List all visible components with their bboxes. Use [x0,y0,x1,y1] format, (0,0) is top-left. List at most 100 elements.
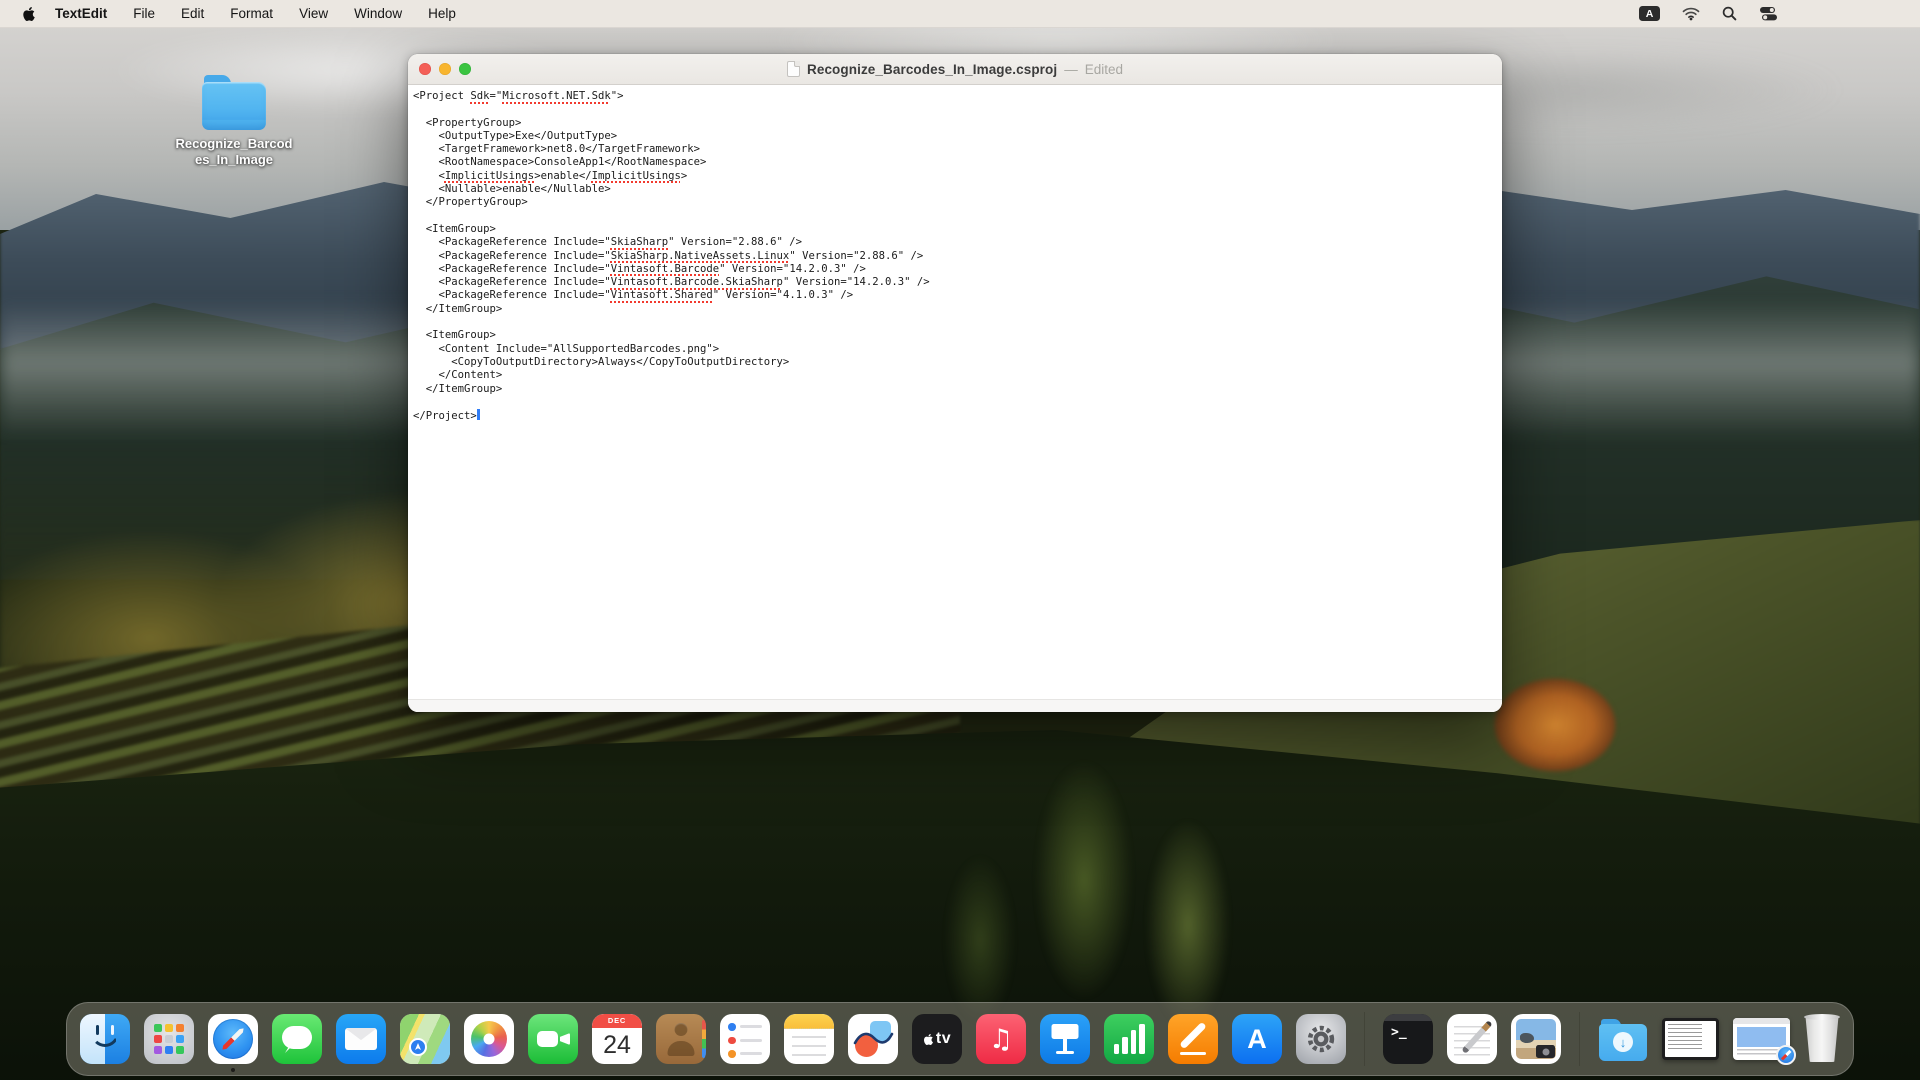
speech-bubble-icon [282,1026,312,1049]
code-line: <Nullable>enable</Nullable> [413,183,1502,196]
dock-apple-tv[interactable]: tv [912,1014,962,1064]
close-button[interactable] [419,63,431,75]
download-arrow-icon: ↓ [1613,1032,1633,1052]
editor-text[interactable]: <Project Sdk="Microsoft.NET.Sdk"> <Prope… [408,86,1502,699]
window-titlebar[interactable]: Recognize_Barcodes_In_Image.csproj — Edi… [408,54,1502,85]
desktop-folder-recognize-barcodes[interactable]: Recognize_Barcod es_In_Image [148,72,320,167]
dock-image-capture[interactable] [1511,1014,1561,1064]
dock-facetime[interactable] [528,1014,578,1064]
minimize-button[interactable] [439,63,451,75]
dock-reminders[interactable] [720,1014,770,1064]
dock-pages[interactable] [1168,1014,1218,1064]
document-proxy-icon[interactable] [787,61,800,77]
dock-safari[interactable] [208,1014,258,1064]
menu-window[interactable]: Window [354,6,402,21]
dock-launchpad[interactable] [144,1014,194,1064]
code-line: <PackageReference Include="Vintasoft.Bar… [413,276,1502,289]
code-line: <ImplicitUsings>enable</ImplicitUsings> [413,170,1502,183]
code-line: <CopyToOutputDirectory>Always</CopyToOut… [413,356,1502,369]
dock-terminal[interactable]: >_ [1383,1014,1433,1064]
terminal-prompt-icon: >_ [1391,1025,1433,1040]
code-line: <PackageReference Include="Vintasoft.Bar… [413,263,1502,276]
code-line: <ItemGroup> [413,223,1502,236]
dock-music[interactable]: ♫ [976,1014,1026,1064]
spotlight-search-icon[interactable] [1722,6,1737,21]
code-line: <ItemGroup> [413,329,1502,342]
menu-view[interactable]: View [299,6,328,21]
folder-icon[interactable] [202,82,266,130]
person-icon [675,1023,688,1036]
dock-divider [1579,1012,1580,1066]
dock-minimized-safari-window[interactable] [1733,1018,1790,1060]
code-line [413,316,1502,329]
video-camera-icon [537,1031,558,1047]
code-line: <RootNamespace>ConsoleApp1</RootNamespac… [413,156,1502,169]
dock-downloads-folder[interactable]: ↓ [1598,1014,1648,1064]
dock-numbers[interactable] [1104,1014,1154,1064]
dock-finder[interactable] [80,1014,130,1064]
code-line: <PackageReference Include="Vintasoft.Sha… [413,289,1502,302]
dock-app-store[interactable]: A [1232,1014,1282,1064]
calendar-day: 24 [592,1028,642,1062]
dock-notes[interactable] [784,1014,834,1064]
desktop: TextEdit File Edit Format View Window He… [0,0,1920,1080]
code-line: <OutputType>Exe</OutputType> [413,130,1502,143]
color-pinwheel-icon [471,1021,507,1057]
code-line: </Content> [413,369,1502,382]
dock-trash[interactable] [1804,1016,1840,1062]
menu-bar: TextEdit File Edit Format View Window He… [0,0,1920,28]
code-line [413,396,1502,409]
apple-icon [22,6,36,22]
squiggle-icon [852,1028,894,1050]
dock-freeform[interactable] [848,1014,898,1064]
dock-photos[interactable] [464,1014,514,1064]
dock-maps[interactable] [400,1014,450,1064]
app-store-a-icon: A [1247,1024,1267,1055]
menu-format[interactable]: Format [230,6,273,21]
code-line: </PropertyGroup> [413,196,1502,209]
safari-badge-icon [1776,1045,1796,1065]
code-line: <Content Include="AllSupportedBarcodes.p… [413,343,1502,356]
code-line: </ItemGroup> [413,303,1502,316]
menu-edit[interactable]: Edit [181,6,204,21]
menu-file[interactable]: File [133,6,155,21]
apple-icon [923,1033,934,1046]
code-line: <PackageReference Include="SkiaSharp.Nat… [413,250,1502,263]
camera-icon [1536,1045,1555,1058]
window-bottom-bar [408,699,1502,712]
dock-system-settings[interactable] [1296,1014,1346,1064]
code-line: <Project Sdk="Microsoft.NET.Sdk"> [413,90,1502,103]
edited-badge: Edited [1085,62,1123,77]
dock-mail[interactable] [336,1014,386,1064]
code-line: <PropertyGroup> [413,117,1502,130]
dock-keynote[interactable] [1040,1014,1090,1064]
traffic-lights [419,54,471,84]
code-line: <TargetFramework>net8.0</TargetFramework… [413,143,1502,156]
menu-help[interactable]: Help [428,6,456,21]
dock-minimized-terminal-window[interactable] [1662,1018,1719,1060]
title-separator: — [1064,62,1078,77]
dock: DEC 24 tv ♫ [66,1002,1854,1076]
active-app-menu[interactable]: TextEdit [55,6,107,21]
textedit-window: Recognize_Barcodes_In_Image.csproj — Edi… [408,54,1502,712]
apple-menu[interactable] [22,6,36,22]
code-line: </Project> [413,409,1502,422]
control-center-icon[interactable] [1759,6,1778,21]
code-line: <PackageReference Include="SkiaSharp" Ve… [413,236,1502,249]
input-source-icon[interactable]: A [1639,6,1660,21]
menu-bar-status-area: A [1639,6,1778,21]
dock-calendar[interactable]: DEC 24 [592,1014,642,1064]
pen-icon [1179,1022,1207,1050]
music-note-icon: ♫ [989,1024,1013,1055]
dock-messages[interactable] [272,1014,322,1064]
text-cursor [477,409,480,420]
wifi-icon[interactable] [1682,7,1700,21]
window-title: Recognize_Barcodes_In_Image.csproj [807,62,1057,77]
tv-label: tv [936,1030,951,1048]
window-title-group: Recognize_Barcodes_In_Image.csproj — Edi… [468,54,1442,84]
code-line: </ItemGroup> [413,383,1502,396]
dock-contacts[interactable] [656,1014,706,1064]
dock-textedit[interactable] [1447,1014,1497,1064]
lectern-icon [1052,1024,1079,1039]
calendar-month: DEC [592,1014,642,1028]
